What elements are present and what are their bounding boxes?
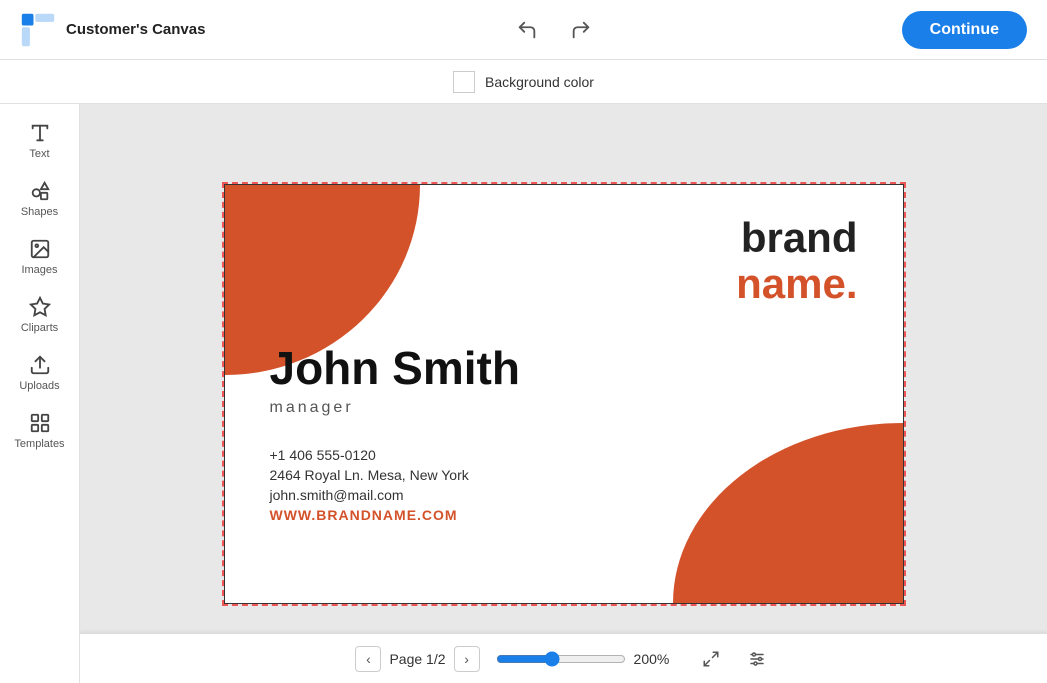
contact-details: +1 406 555-0120 2464 Royal Ln. Mesa, New… xyxy=(270,447,520,523)
continue-button[interactable]: Continue xyxy=(902,11,1027,49)
brand-name-top: brand xyxy=(736,215,857,261)
images-icon xyxy=(29,238,51,260)
sidebar-item-shapes-label: Shapes xyxy=(21,206,58,218)
sliders-icon xyxy=(748,650,766,668)
sidebar-item-text[interactable]: Text xyxy=(5,114,75,168)
brand-name-bottom: name. xyxy=(736,261,857,307)
logo: Customer's Canvas xyxy=(20,12,205,48)
settings-button[interactable] xyxy=(742,644,772,674)
main-area: Text Shapes Images Cliparts xyxy=(0,104,1047,683)
bg-color-label: Background color xyxy=(485,74,594,90)
card-outer[interactable]: brand name. John Smith manager +1 406 55… xyxy=(222,182,906,606)
sidebar-item-cliparts-label: Cliparts xyxy=(21,322,58,334)
person-title: manager xyxy=(270,399,520,417)
resize-button[interactable] xyxy=(696,644,726,674)
redo-button[interactable] xyxy=(564,13,598,47)
business-card: brand name. John Smith manager +1 406 55… xyxy=(224,184,904,604)
sidebar-item-cliparts[interactable]: Cliparts xyxy=(5,288,75,342)
prev-page-button[interactable]: ‹ xyxy=(355,646,381,672)
prev-icon: ‹ xyxy=(366,651,371,667)
contact-address: 2464 Royal Ln. Mesa, New York xyxy=(270,467,520,483)
sidebar-item-images-label: Images xyxy=(21,264,57,276)
page-label: Page 1/2 xyxy=(389,651,445,667)
header: Customer's Canvas Continue xyxy=(0,0,1047,60)
star-icon xyxy=(29,296,51,318)
contact-phone: +1 406 555-0120 xyxy=(270,447,520,463)
next-page-button[interactable]: › xyxy=(454,646,480,672)
shape-bottom-right xyxy=(673,423,903,603)
sidebar-item-text-label: Text xyxy=(29,148,49,160)
zoom-slider: 200% xyxy=(496,651,680,667)
shapes-icon xyxy=(29,180,51,202)
contact-email: john.smith@mail.com xyxy=(270,487,520,503)
sidebar-item-templates-label: Templates xyxy=(14,438,64,450)
text-icon xyxy=(29,122,51,144)
sidebar-item-images[interactable]: Images xyxy=(5,230,75,284)
undo-button[interactable] xyxy=(510,13,544,47)
templates-icon xyxy=(29,412,51,434)
brand-name: brand name. xyxy=(736,215,857,307)
bg-color-toolbar: Background color xyxy=(0,60,1047,104)
canvas-area: brand name. John Smith manager +1 406 55… xyxy=(80,104,1047,683)
logo-icon xyxy=(20,12,56,48)
bg-color-swatch[interactable] xyxy=(453,71,475,93)
logo-name: Customer's Canvas xyxy=(66,21,205,39)
upload-icon xyxy=(29,354,51,376)
resize-icon xyxy=(702,650,720,668)
sidebar-item-shapes[interactable]: Shapes xyxy=(5,172,75,226)
person-info: John Smith manager +1 406 555-0120 2464 … xyxy=(270,341,520,523)
sidebar-item-templates[interactable]: Templates xyxy=(5,404,75,458)
page-nav: ‹ Page 1/2 › xyxy=(355,646,479,672)
zoom-range-input[interactable] xyxy=(496,651,626,667)
sidebar-item-uploads-label: Uploads xyxy=(19,380,59,392)
sidebar-item-uploads[interactable]: Uploads xyxy=(5,346,75,400)
bottom-bar: ‹ Page 1/2 › 200% xyxy=(80,633,1047,683)
person-name: John Smith xyxy=(270,341,520,395)
sidebar: Text Shapes Images Cliparts xyxy=(0,104,80,683)
zoom-label: 200% xyxy=(634,651,680,667)
next-icon: › xyxy=(464,651,469,667)
contact-website: WWW.BRANDNAME.COM xyxy=(270,507,520,523)
header-actions xyxy=(510,13,598,47)
